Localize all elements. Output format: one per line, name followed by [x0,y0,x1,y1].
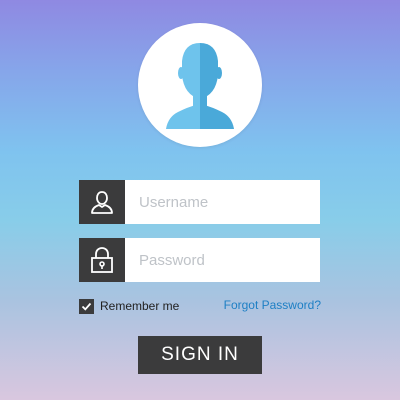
password-field[interactable] [79,238,320,282]
remember-me[interactable]: Remember me [79,297,179,315]
lock-icon [91,247,113,273]
user-avatar-icon [166,43,234,129]
username-field[interactable] [79,180,320,224]
checkmark-icon [81,302,92,311]
forgot-password-link[interactable]: Forgot Password? [224,298,321,312]
sign-in-button[interactable]: SIGN IN [138,336,262,374]
avatar [138,23,262,147]
username-input[interactable] [125,180,319,224]
password-icon-box [79,238,125,282]
user-icon [91,191,113,214]
username-icon-box [79,180,125,224]
remember-checkbox[interactable] [79,298,94,314]
remember-label: Remember me [100,299,180,313]
password-input[interactable] [125,238,319,282]
